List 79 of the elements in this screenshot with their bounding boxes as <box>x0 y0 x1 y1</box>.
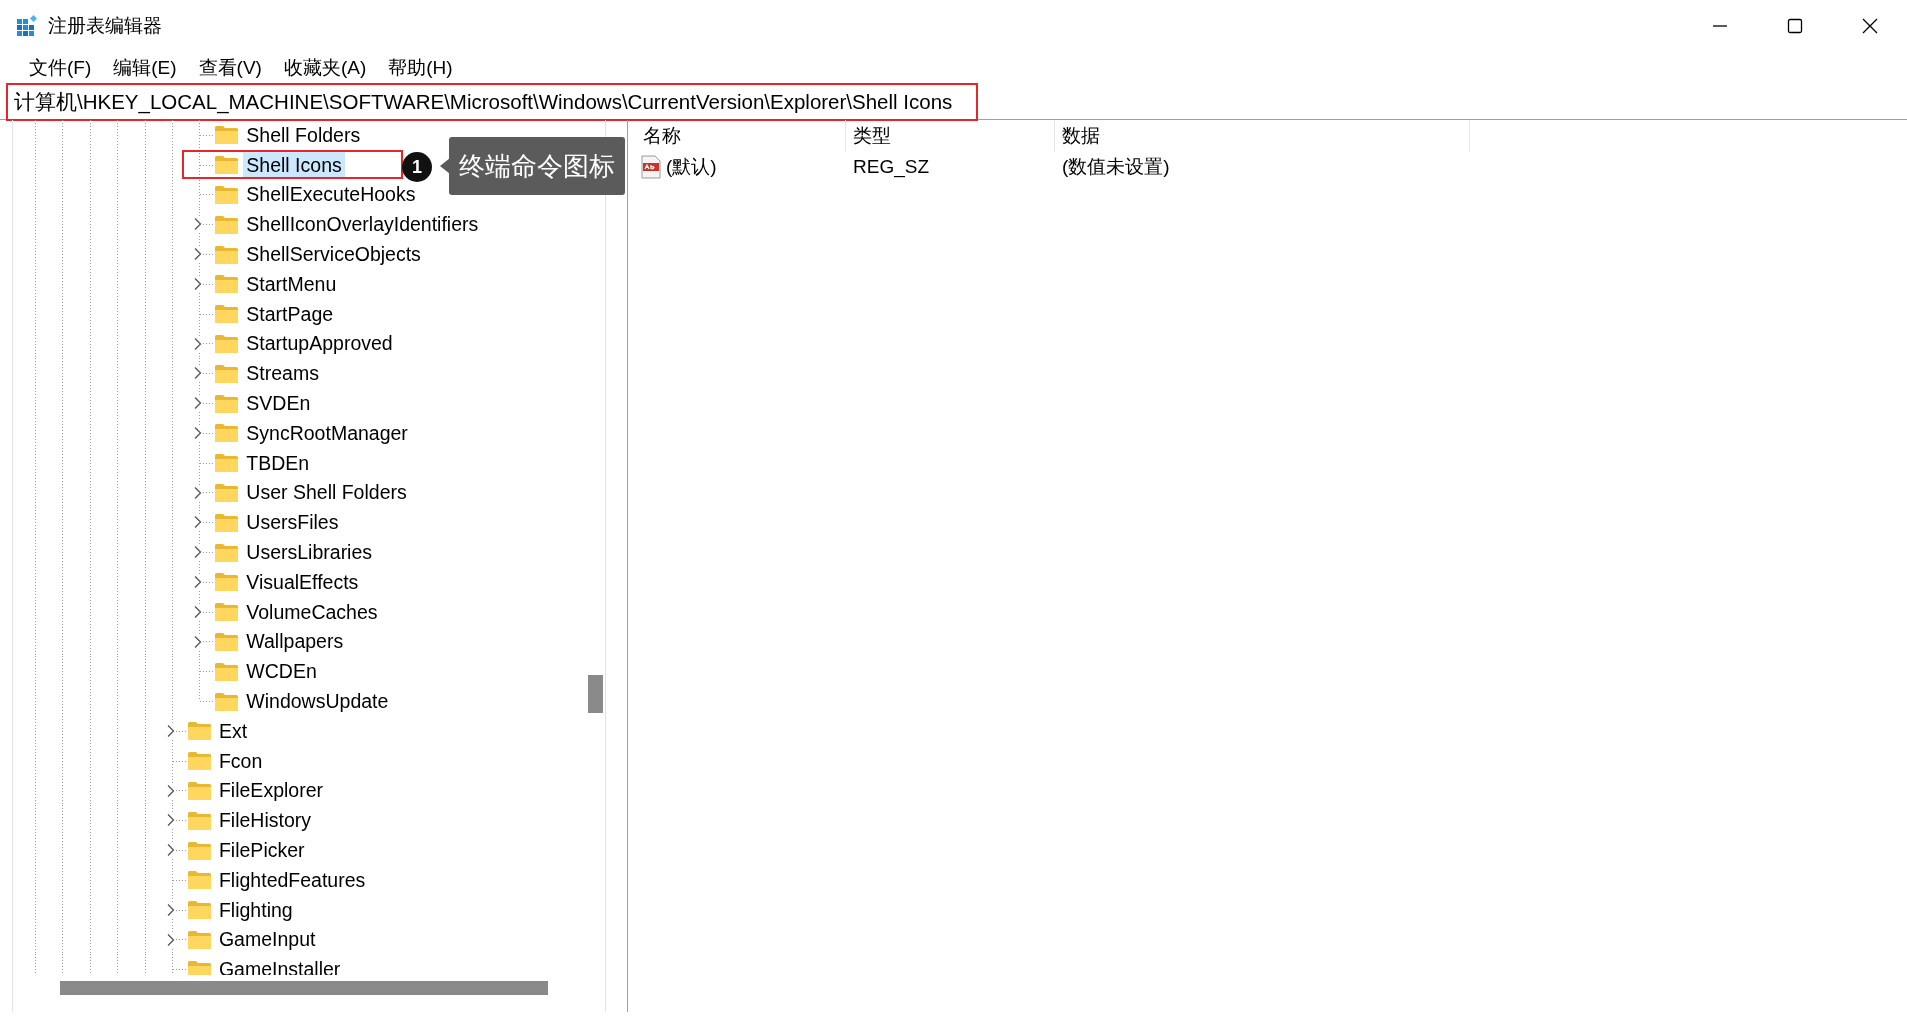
tree-item[interactable]: ShellIconOverlayIdentifiers <box>243 211 482 238</box>
folder-icon <box>214 243 240 265</box>
folder-icon <box>214 332 240 354</box>
folder-icon <box>214 154 240 176</box>
menu-item[interactable]: 查看(V) <box>189 53 271 83</box>
tree-item[interactable]: ShellServiceObjects <box>243 241 424 268</box>
column-header[interactable]: 类型 <box>846 120 1055 152</box>
tree-item[interactable]: WCDEn <box>243 658 320 685</box>
folder-icon <box>186 720 212 742</box>
tree-item[interactable]: FilePicker <box>215 837 308 863</box>
tree-item[interactable]: WindowsUpdate <box>243 688 392 715</box>
menu-item[interactable]: 文件(F) <box>20 53 101 83</box>
tree-item[interactable]: FileHistory <box>215 807 315 834</box>
address-path[interactable]: 计算机\HKEY_LOCAL_MACHINE\SOFTWARE\Microsoft\Windows\CurrentVersion\Explorer\Shell Icons <box>14 89 953 113</box>
tree-item[interactable]: Streams <box>243 360 322 387</box>
tree-item[interactable]: VisualEffects <box>243 568 362 595</box>
folder-icon <box>214 303 240 325</box>
callout-label: 终端命令图标 <box>449 137 625 195</box>
folder-icon <box>186 869 212 891</box>
maximize-icon[interactable] <box>1786 18 1803 34</box>
folder-icon <box>186 899 212 921</box>
menu-item[interactable]: 编辑(E) <box>104 53 186 83</box>
folder-icon <box>214 213 240 235</box>
tree-item[interactable]: Shell Icons <box>243 151 345 178</box>
folder-icon <box>214 571 240 593</box>
folder-icon <box>186 839 212 861</box>
menu-item[interactable]: 收藏夹(A) <box>274 53 376 83</box>
tree-item[interactable]: GameInput <box>215 926 319 953</box>
tree-item[interactable]: Ext <box>215 717 251 744</box>
chevron-icon[interactable] <box>193 277 204 291</box>
tree-item[interactable]: StartMenu <box>243 270 340 297</box>
folder-icon <box>186 958 212 975</box>
tree-item[interactable]: FileExplorer <box>215 777 326 804</box>
scrollbar-thumb[interactable] <box>60 981 548 995</box>
folder-icon <box>214 184 240 205</box>
folder-icon <box>214 124 240 146</box>
tree-item[interactable]: ShellExecuteHooks <box>243 181 419 208</box>
folder-icon <box>186 928 212 950</box>
tree-item[interactable]: Wallpapers <box>243 628 347 655</box>
tree-item[interactable]: SVDEn <box>243 390 314 417</box>
tree-item[interactable]: Flighting <box>215 896 296 923</box>
folder-icon <box>214 690 240 712</box>
folder-icon <box>186 779 212 801</box>
column-header[interactable]: 名称 <box>636 120 846 152</box>
folder-icon <box>214 362 240 384</box>
tree-item[interactable]: TBDEn <box>243 449 313 476</box>
folder-icon <box>214 392 240 414</box>
tree-item[interactable]: VolumeCaches <box>243 598 381 625</box>
folder-icon <box>214 630 240 652</box>
folder-icon <box>214 481 240 503</box>
column-header[interactable]: 数据 <box>1055 120 1470 152</box>
folder-icon <box>214 422 240 444</box>
string-value-icon <box>640 155 662 179</box>
folder-icon <box>186 750 212 772</box>
tree-item[interactable]: FlightedFeatures <box>215 866 369 893</box>
folder-icon <box>186 809 212 831</box>
tree-item[interactable]: UsersFiles <box>243 509 342 536</box>
value-data: (数值未设置) <box>1061 155 1171 179</box>
folder-icon <box>214 660 240 682</box>
tree-item[interactable]: Shell Folders <box>243 121 364 148</box>
tree-item[interactable]: Fcon <box>215 747 266 774</box>
folder-icon <box>214 273 240 295</box>
folder-icon <box>214 541 240 563</box>
close-icon[interactable] <box>1861 18 1878 34</box>
value-type: REG_SZ <box>852 155 931 180</box>
step-marker: 1 <box>402 152 432 182</box>
tree-item[interactable]: StartupApproved <box>243 330 396 357</box>
folder-icon <box>214 511 240 533</box>
menu-item[interactable]: 帮助(H) <box>379 53 462 83</box>
folder-icon <box>214 601 240 623</box>
window-title: 注册表编辑器 <box>48 13 162 38</box>
tree-item[interactable]: StartPage <box>243 300 337 327</box>
tree-item[interactable]: SyncRootManager <box>243 419 411 446</box>
scrollbar-thumb[interactable] <box>588 675 603 713</box>
registry-icon <box>16 14 40 38</box>
value-name[interactable]: (默认) <box>666 152 717 182</box>
folder-icon <box>214 452 240 474</box>
tree-item[interactable]: User Shell Folders <box>243 479 410 506</box>
tree-item[interactable]: UsersLibraries <box>243 539 376 566</box>
